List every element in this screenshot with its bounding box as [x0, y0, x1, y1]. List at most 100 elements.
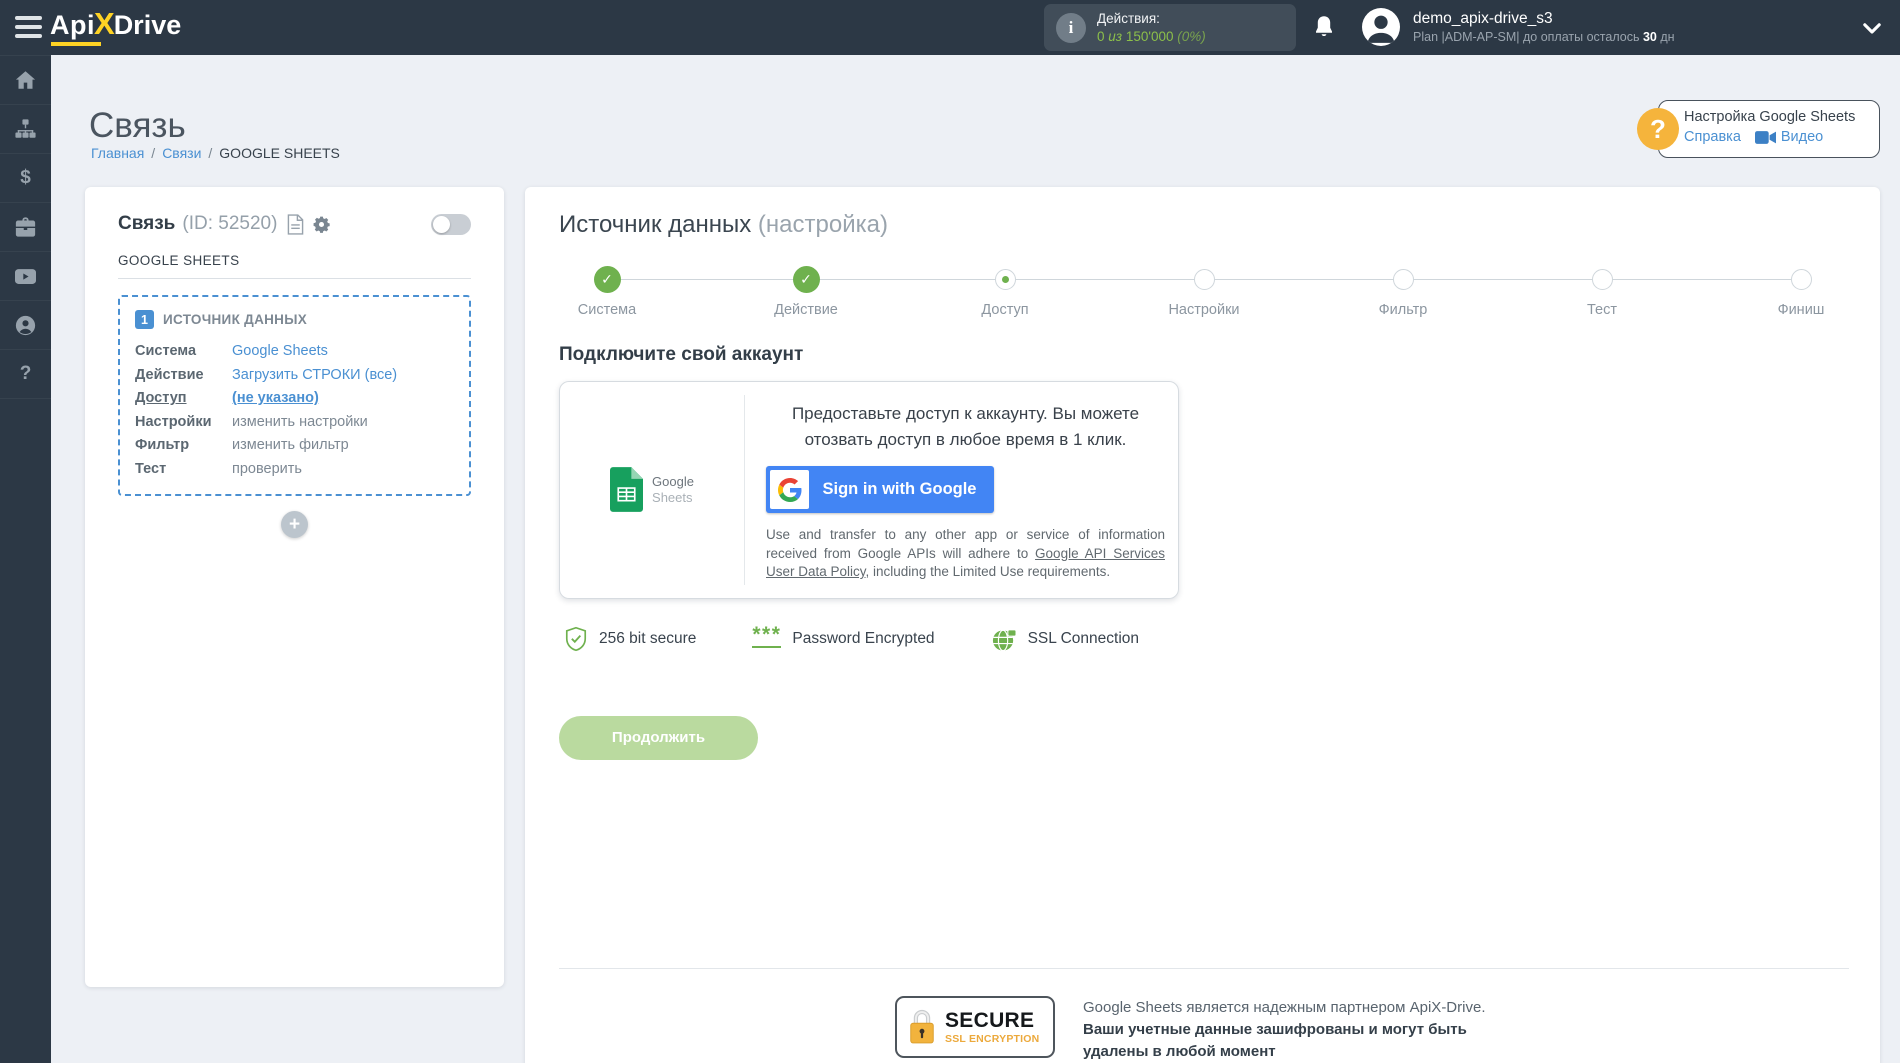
breadcrumb-home[interactable]: Главная [91, 145, 144, 161]
video-camera-icon [1754, 130, 1776, 144]
progress-steps: ✓ Система ✓ Действие Доступ Настройки Фи… [559, 266, 1849, 318]
step-circle [1591, 269, 1613, 290]
logo-text: Api [50, 10, 95, 40]
row-label: Доступ [135, 390, 187, 406]
menu-icon[interactable] [15, 16, 42, 38]
breadcrumb-current: GOOGLE SHEETS [219, 145, 340, 161]
google-sheets-icon [610, 467, 644, 513]
progress-step[interactable]: Тест [1554, 266, 1650, 318]
row-label: Настройки [135, 413, 212, 430]
sidebar-item-help[interactable]: ? [0, 350, 51, 399]
sidebar-item-account[interactable] [0, 301, 51, 350]
progress-step[interactable]: ✓ Действие [758, 266, 854, 318]
security-badge-password: *** Password Encrypted [752, 623, 935, 648]
row-value[interactable]: Загрузить СТРОКИ (все) [232, 364, 397, 388]
sidebar-item-video[interactable] [0, 252, 51, 301]
app-logo[interactable]: ApiXDrive [50, 8, 181, 46]
logo-underline [51, 42, 101, 46]
video-icon [15, 268, 36, 284]
step-circle [1193, 269, 1215, 290]
step-label: Настройки [1168, 302, 1240, 318]
step-label: Доступ [981, 302, 1029, 318]
connection-toggle[interactable] [431, 213, 471, 235]
avatar [1362, 8, 1400, 46]
sidebar-item-services[interactable] [0, 203, 51, 252]
step-label: Система [577, 302, 637, 318]
step-number-badge: 1 [135, 310, 154, 329]
add-step-button[interactable]: + [281, 511, 308, 538]
row-value[interactable]: проверить [232, 458, 302, 482]
globe-lock-icon [992, 625, 1017, 651]
divider [559, 968, 1849, 969]
gear-icon[interactable] [312, 215, 331, 234]
continue-button[interactable]: Продолжить [559, 715, 758, 760]
user-menu[interactable]: demo_apix-drive_s3 Plan |ADM-AP-SM| до о… [1362, 8, 1675, 46]
row-value[interactable]: (не указано) [232, 387, 319, 411]
progress-step[interactable]: Фильтр [1355, 266, 1451, 318]
help-docs-link[interactable]: Справка [1684, 129, 1741, 145]
step-circle [1790, 269, 1812, 290]
help-video-link[interactable]: Видео [1754, 129, 1823, 145]
google-disclaimer: Use and transfer to any other app or ser… [766, 527, 1165, 579]
security-badge-256bit: 256 bit secure [564, 626, 696, 652]
step-label: Действие [774, 302, 838, 318]
row-label: Действие [135, 366, 204, 383]
dollar-icon: $ [20, 167, 31, 188]
user-plan: Plan |ADM-AP-SM| до оплаты осталось 30 д… [1413, 30, 1675, 44]
row-value[interactable]: изменить настройки [232, 411, 368, 435]
progress-step[interactable]: Настройки [1156, 266, 1252, 318]
help-title: Настройка Google Sheets [1684, 109, 1856, 125]
sidebar-item-connections[interactable] [0, 105, 51, 154]
chevron-down-icon[interactable] [1862, 22, 1884, 35]
data-source-box[interactable]: 1 ИСТОЧНИК ДАННЫХ Система Google Sheets … [118, 295, 471, 496]
help-icon: ? [19, 363, 32, 384]
breadcrumb-separator: / [208, 145, 213, 161]
sidebar-item-payments[interactable]: $ [0, 154, 51, 203]
document-icon[interactable] [287, 213, 304, 235]
step-label: Финиш [1777, 302, 1825, 318]
check-icon: ✓ [800, 271, 812, 287]
sidebar-item-home[interactable] [0, 55, 51, 105]
connection-card: Связь (ID: 52520) GOOGLE SHEETS 1 ИСТОЧН… [85, 187, 504, 987]
connection-title: Связь [118, 213, 176, 234]
step-circle [1392, 269, 1414, 290]
actions-counter[interactable]: i Действия: 0 из 150'000 (0%) [1044, 4, 1296, 51]
check-icon: ✓ [601, 271, 613, 287]
data-source-title: ИСТОЧНИК ДАННЫХ [163, 312, 308, 327]
padlock-icon [910, 1009, 934, 1044]
security-badges: 256 bit secure *** Password Encrypted SS… [564, 623, 1849, 652]
google-g-icon [770, 470, 809, 509]
progress-step[interactable]: Доступ [957, 266, 1053, 318]
progress-step[interactable]: Финиш [1753, 266, 1849, 318]
footer-text: Google Sheets является надежным партнеро… [1083, 999, 1486, 1060]
breadcrumb-section[interactable]: Связи [162, 145, 201, 161]
question-icon: ? [1637, 108, 1679, 150]
briefcase-icon [15, 217, 36, 237]
step-label: Фильтр [1378, 302, 1428, 318]
actions-label: Действия: [1097, 11, 1160, 26]
notifications-bell-icon[interactable] [1312, 14, 1336, 40]
security-badge-ssl: SSL Connection [991, 625, 1139, 652]
sign-in-with-google-button[interactable]: Sign in with Google [766, 466, 994, 513]
connection-system-name: GOOGLE SHEETS [118, 253, 471, 279]
secure-ssl-badge: SECURE SSL ENCRYPTION [895, 996, 1055, 1058]
data-source-rows: Система Google Sheets Действие Загрузить… [135, 340, 454, 481]
row-label: Тест [135, 460, 167, 477]
shield-check-icon [565, 626, 587, 651]
actions-count: 0 из 150'000 (0%) [1097, 28, 1206, 44]
account-icon [15, 315, 36, 335]
progress-step[interactable]: ✓ Система [559, 266, 655, 318]
logo-text-2: Drive [113, 10, 182, 40]
table-row: Доступ (не указано) [135, 387, 454, 411]
panel-title: Источник данных (настройка) [559, 211, 888, 238]
step-circle: ✓ [792, 266, 820, 293]
page-title: Связь [89, 106, 186, 146]
connect-account-heading: Подключите свой аккаунт [559, 344, 804, 365]
home-icon [15, 71, 36, 89]
settings-panel: Источник данных (настройка) ✓ Система ✓ … [525, 187, 1880, 1063]
table-row: Система Google Sheets [135, 340, 454, 364]
google-sheets-logo: Google Sheets [610, 467, 694, 513]
row-value[interactable]: Google Sheets [232, 340, 328, 364]
table-row: Настройки изменить настройки [135, 411, 454, 435]
row-value[interactable]: изменить фильтр [232, 434, 349, 458]
